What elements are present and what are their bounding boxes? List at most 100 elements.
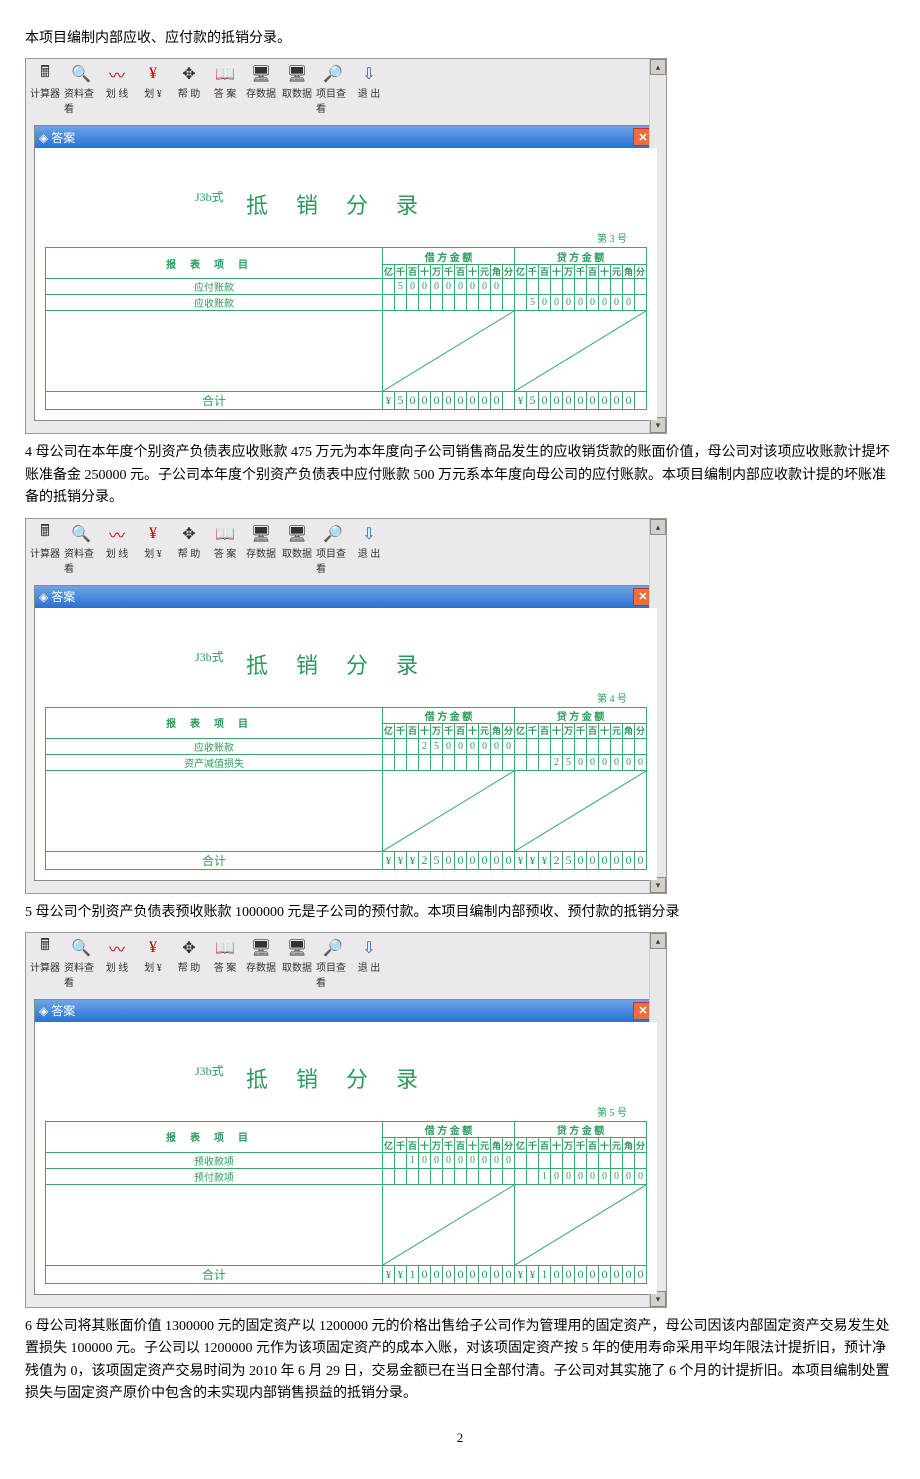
digit-cell: ¥ (527, 1265, 539, 1283)
toolbar-icon: 🖩 (34, 523, 56, 545)
digit-header: 分 (503, 1138, 515, 1152)
digit-header: 十 (551, 724, 563, 738)
diagonal-line-icon (515, 771, 646, 851)
digit-cell (491, 295, 503, 311)
toolbar-label: 计算器 (30, 545, 60, 560)
digit-cell: 0 (623, 1265, 635, 1283)
digit-header: 元 (479, 724, 491, 738)
digit-header: 万 (431, 1138, 443, 1152)
digit-cell: 0 (407, 392, 419, 410)
digit-cell (455, 754, 467, 770)
digit-cell (551, 738, 563, 754)
digit-header: 百 (587, 1138, 599, 1152)
toolbar-btn-7[interactable]: 🖥取数据 (280, 937, 314, 989)
account-name[interactable]: 资产减值损失 (46, 754, 383, 770)
toolbar-btn-4[interactable]: ✥帮 助 (172, 523, 206, 575)
toolbar-btn-3[interactable]: ¥划 ¥ (136, 63, 170, 115)
digit-cell (383, 1152, 395, 1168)
toolbar-btn-7[interactable]: 🖥取数据 (280, 63, 314, 115)
toolbar-icon: ✥ (178, 937, 200, 959)
digit-header: 亿 (515, 1138, 527, 1152)
total-row: 合计¥500000000¥500000000 (46, 392, 647, 410)
digit-cell: 0 (623, 754, 635, 770)
toolbar-btn-8[interactable]: 🔎项目查看 (316, 523, 350, 575)
scroll-up-icon[interactable]: ▴ (650, 59, 666, 75)
digit-cell (383, 738, 395, 754)
digit-header: 百 (407, 1138, 419, 1152)
total-row: 合计¥¥¥25000000¥¥¥25000000 (46, 851, 647, 869)
toolbar-icon: 🔎 (322, 63, 344, 85)
digit-cell: 5 (395, 279, 407, 295)
toolbar-btn-3[interactable]: ¥划 ¥ (136, 937, 170, 989)
toolbar-btn-2[interactable]: 〰划 线 (100, 523, 134, 575)
digit-cell (503, 754, 515, 770)
diagonal-line-icon (515, 1185, 646, 1265)
digit-cell (599, 1152, 611, 1168)
toolbar-btn-0[interactable]: 🖩计算器 (28, 523, 62, 575)
scroll-up-icon[interactable]: ▴ (650, 933, 666, 949)
account-name[interactable]: 预收款项 (46, 1152, 383, 1168)
diagonal-line-icon (515, 311, 646, 391)
digit-header: 角 (491, 1138, 503, 1152)
digit-cell: 0 (575, 1168, 587, 1184)
digit-header: 千 (575, 264, 587, 278)
blank-row (46, 770, 647, 851)
toolbar-btn-9[interactable]: ⇩退 出 (352, 523, 386, 575)
screenshot-1: ▴▾🖩计算器🔍资料查看〰划 线¥划 ¥✥帮 助📖答 案🖥存数据🖥取数据🔎项目查看… (25, 518, 667, 894)
toolbar-icon: ⇩ (358, 63, 380, 85)
toolbar-btn-3[interactable]: ¥划 ¥ (136, 523, 170, 575)
digit-cell (503, 392, 515, 410)
toolbar-btn-9[interactable]: ⇩退 出 (352, 937, 386, 989)
account-name[interactable]: 应收账款 (46, 295, 383, 311)
toolbar-btn-8[interactable]: 🔎项目查看 (316, 63, 350, 115)
digit-cell (503, 295, 515, 311)
toolbar-btn-5[interactable]: 📖答 案 (208, 63, 242, 115)
answer-window: ◈ 答案✕J3b式抵销分录第 5 号报表项目借 方 金 额贷 方 金 额亿千百十… (34, 999, 658, 1295)
toolbar-btn-5[interactable]: 📖答 案 (208, 937, 242, 989)
toolbar-btn-4[interactable]: ✥帮 助 (172, 63, 206, 115)
digit-cell (587, 738, 599, 754)
toolbar-btn-1[interactable]: 🔍资料查看 (64, 63, 98, 115)
digit-cell: 0 (575, 1265, 587, 1283)
scroll-up-icon[interactable]: ▴ (650, 519, 666, 535)
toolbar-icon: 🔍 (70, 937, 92, 959)
toolbar-btn-8[interactable]: 🔎项目查看 (316, 937, 350, 989)
toolbar-btn-4[interactable]: ✥帮 助 (172, 937, 206, 989)
digit-cell (443, 295, 455, 311)
digit-cell: 0 (611, 1265, 623, 1283)
digit-cell: 0 (467, 279, 479, 295)
toolbar-btn-6[interactable]: 🖥存数据 (244, 523, 278, 575)
toolbar-btn-5[interactable]: 📖答 案 (208, 523, 242, 575)
account-name[interactable]: 预付款项 (46, 1168, 383, 1184)
toolbar-btn-0[interactable]: 🖩计算器 (28, 937, 62, 989)
table-row: 应付账款500000000 (46, 279, 647, 295)
toolbar-btn-6[interactable]: 🖥存数据 (244, 63, 278, 115)
digit-cell: 0 (623, 392, 635, 410)
digit-cell: 0 (539, 295, 551, 311)
digit-header: 十 (599, 264, 611, 278)
digit-cell (419, 754, 431, 770)
toolbar-btn-2[interactable]: 〰划 线 (100, 937, 134, 989)
toolbar-btn-2[interactable]: 〰划 线 (100, 63, 134, 115)
toolbar-btn-7[interactable]: 🖥取数据 (280, 523, 314, 575)
toolbar-btn-9[interactable]: ⇩退 出 (352, 63, 386, 115)
toolbar-btn-6[interactable]: 🖥存数据 (244, 937, 278, 989)
entry-table: 报表项目借 方 金 额贷 方 金 额亿千百十万千百十元角分亿千百十万千百十元角分… (45, 1121, 647, 1284)
digit-cell (467, 754, 479, 770)
toolbar-icon: 〰 (106, 523, 128, 545)
account-name[interactable]: 应收账款 (46, 738, 383, 754)
table-row: 预收款项100000000 (46, 1152, 647, 1168)
digit-cell: 0 (611, 1168, 623, 1184)
blank-row (46, 1184, 647, 1265)
toolbar-btn-1[interactable]: 🔍资料查看 (64, 937, 98, 989)
digit-cell (623, 1152, 635, 1168)
table-row: 应收账款25000000 (46, 738, 647, 754)
toolbar-btn-1[interactable]: 🔍资料查看 (64, 523, 98, 575)
digit-header: 千 (527, 724, 539, 738)
toolbar-btn-0[interactable]: 🖩计算器 (28, 63, 62, 115)
digit-cell (515, 738, 527, 754)
digit-cell (467, 295, 479, 311)
account-name[interactable]: 应付账款 (46, 279, 383, 295)
digit-cell: ¥ (395, 1265, 407, 1283)
digit-cell: 0 (491, 279, 503, 295)
